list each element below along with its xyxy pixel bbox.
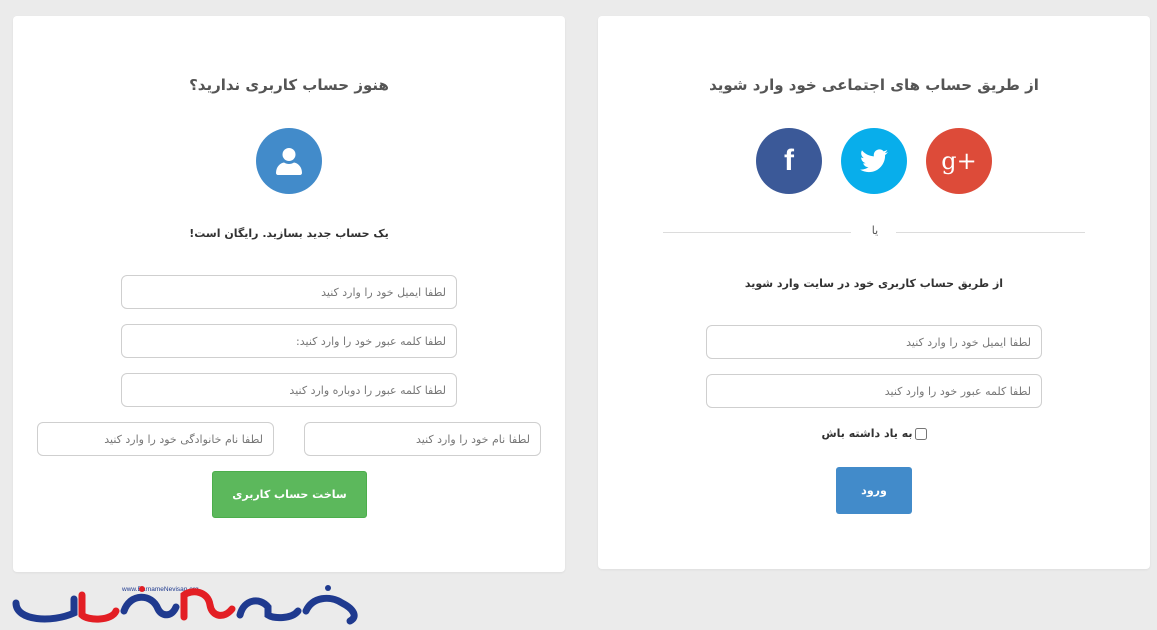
signup-panel: هنوز حساب کاربری ندارید؟ یک حساب جدید بس…	[13, 16, 565, 572]
signup-heading: هنوز حساب کاربری ندارید؟	[189, 76, 389, 94]
remember-me-row: به یاد داشته باش	[598, 427, 1150, 440]
signup-password-repeat-input[interactable]	[121, 373, 457, 407]
remember-me-label[interactable]: به یاد داشته باش	[821, 427, 912, 440]
login-button[interactable]: ورود	[836, 467, 912, 514]
user-icon	[276, 148, 302, 175]
last-name-input[interactable]	[37, 422, 274, 456]
twitter-icon	[860, 149, 888, 173]
user-avatar-circle	[256, 128, 322, 194]
google-plus-button[interactable]: g+	[926, 128, 992, 194]
remember-me-checkbox[interactable]	[914, 427, 927, 440]
signup-subtext: یک حساب جدید بسازید. رایگان است!	[189, 227, 389, 240]
login-password-input[interactable]	[706, 374, 1042, 408]
facebook-icon: f	[784, 144, 794, 177]
signup-password-input[interactable]	[121, 324, 457, 358]
site-login-heading: از طریق حساب کاربری خود در سایت وارد شوی…	[744, 277, 1004, 290]
first-name-input[interactable]	[304, 422, 541, 456]
divider-or: یا	[871, 224, 879, 237]
google-plus-icon: g+	[941, 147, 977, 175]
barnamenevisan-logo-graphic: www.BarnameNevisan.org	[12, 585, 358, 625]
login-panel: از طریق حساب های اجتماعی خود وارد شوید g…	[598, 16, 1150, 569]
barnamenevisan-logo[interactable]: www.BarnameNevisan.org	[12, 581, 364, 627]
social-login-heading: از طریق حساب های اجتماعی خود وارد شوید	[709, 76, 1039, 94]
divider-line-left	[663, 232, 851, 233]
twitter-button[interactable]	[841, 128, 907, 194]
facebook-button[interactable]: f	[756, 128, 822, 194]
divider-line-right	[896, 232, 1085, 233]
signup-email-input[interactable]	[121, 275, 457, 309]
create-account-button[interactable]: ساخت حساب کاربری	[212, 471, 367, 518]
login-email-input[interactable]	[706, 325, 1042, 359]
